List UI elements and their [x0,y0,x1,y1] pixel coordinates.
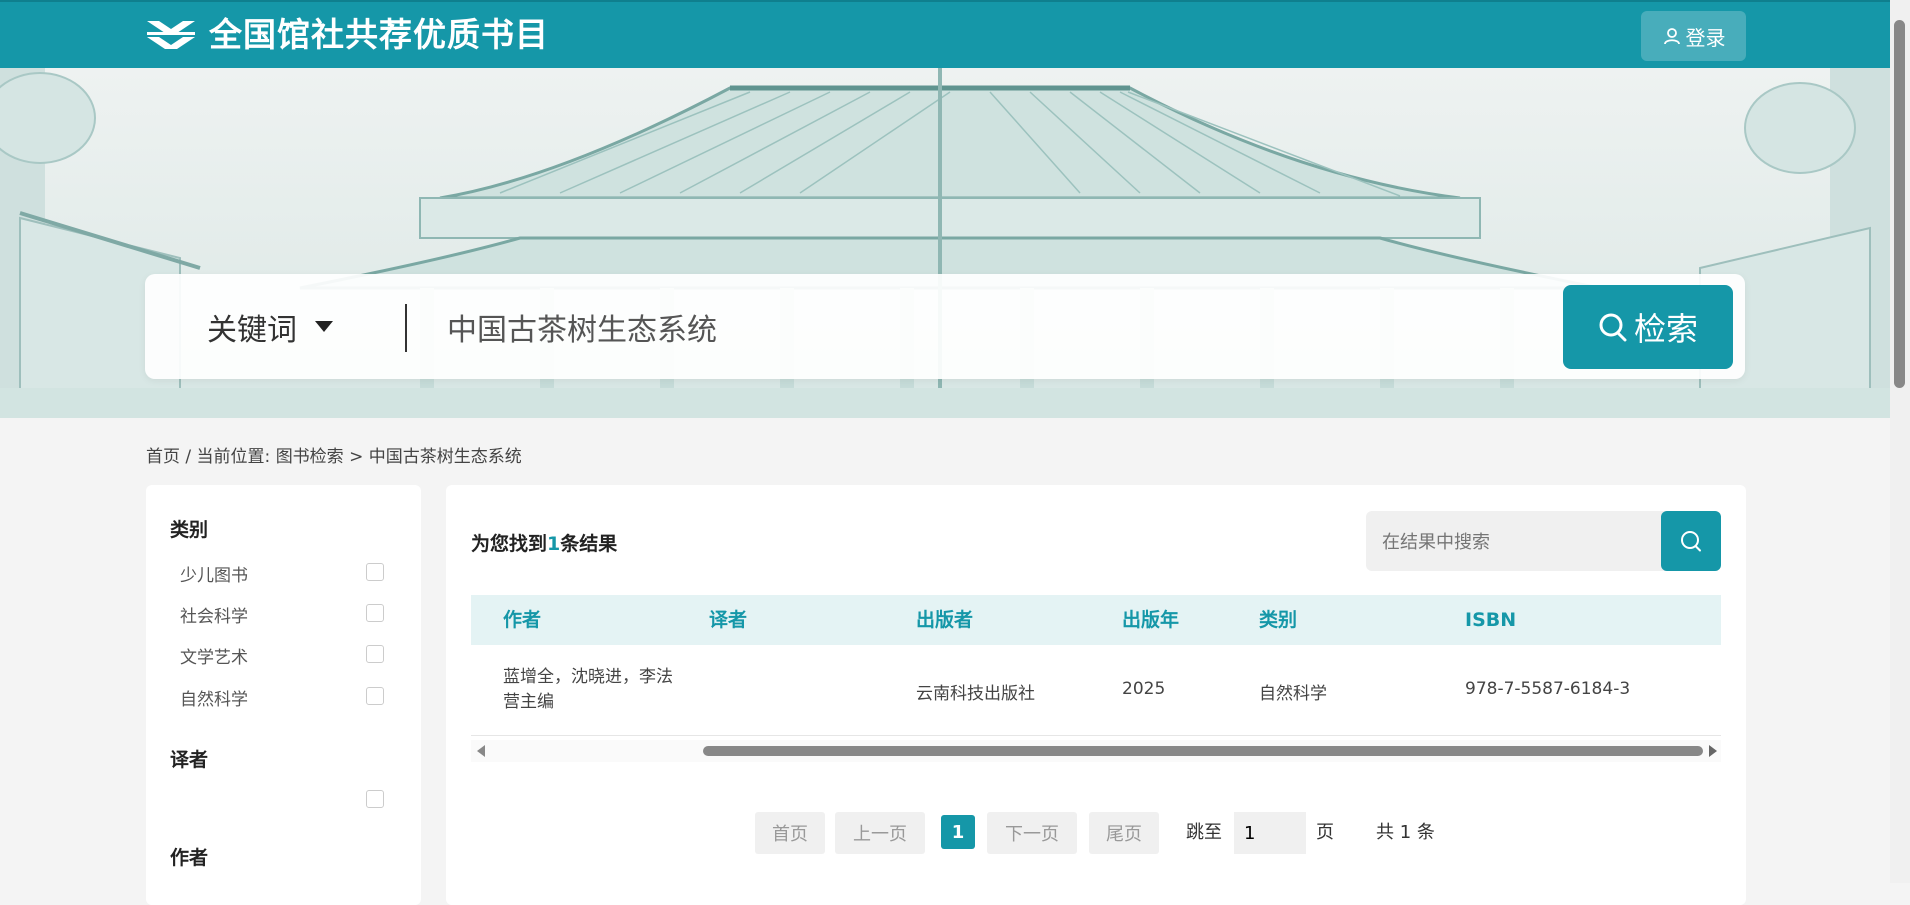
filter-item-category[interactable]: 自然科学 [180,685,390,710]
filter-checkbox[interactable] [366,563,384,581]
site-title: 全国馆社共荐优质书目 [209,15,549,54]
next-page-button[interactable]: 下一页 [987,812,1077,854]
result-count-suffix: 条结果 [560,533,618,555]
result-count-number: 1 [547,533,561,555]
table-header: 作者 译者 出版者 出版年 类别 ISBN [471,595,1721,645]
search-icon [1599,313,1627,342]
search-bar: 关键词 检索 [145,274,1745,379]
breadcrumb-location-label: 当前位置: [196,447,276,467]
scroll-right-arrow-icon[interactable] [1709,745,1717,757]
current-page-button[interactable]: 1 [941,815,975,849]
top-navbar: 全国馆社共荐优质书目 登录 [0,0,1890,68]
search-button-label: 检索 [1633,310,1698,348]
search-type-dropdown[interactable]: 关键词 [207,274,333,379]
login-button[interactable]: 登录 [1641,11,1746,61]
breadcrumb-home[interactable]: 首页 [146,447,180,467]
refine-search-button[interactable] [1661,511,1721,571]
first-page-button[interactable]: 首页 [755,812,825,854]
filter-title-translator: 译者 [170,749,209,771]
column-header[interactable]: 出版者 [916,595,973,645]
filter-panel: 类别 少儿图书 社会科学 文学艺术 自然科学 译者 作者 [146,485,421,905]
jump-page-input[interactable] [1234,812,1306,854]
filter-item-label: 社会科学 [180,607,248,627]
last-page-button[interactable]: 尾页 [1089,812,1159,854]
search-button[interactable]: 检索 [1563,285,1733,369]
filter-item-category[interactable]: 文学艺术 [180,643,390,668]
site-logo[interactable]: 全国馆社共荐优质书目 [145,15,549,55]
column-header[interactable]: ISBN [1465,595,1516,645]
logo-icon [147,21,195,49]
cell-publisher: 云南科技出版社 [916,684,1035,704]
column-header[interactable]: 出版年 [1122,595,1179,645]
login-label: 登录 [1685,25,1726,50]
refine-search [1366,511,1721,571]
column-header[interactable]: 译者 [709,595,747,645]
refine-search-input[interactable] [1380,525,1654,559]
search-type-label: 关键词 [207,312,297,348]
filter-checkbox[interactable] [366,790,384,808]
page-unit-label: 页 [1316,822,1334,843]
user-icon [1663,28,1680,45]
breadcrumb: 首页 / 当前位置: 图书检索 > 中国古茶树生态系统 [146,442,522,467]
result-count: 为您找到1条结果 [471,529,617,556]
breadcrumb-separator: / [180,447,197,467]
column-header[interactable]: 类别 [1259,595,1297,645]
search-input[interactable] [445,294,1449,360]
filter-checkbox[interactable] [366,645,384,663]
cell-author[interactable]: 蓝增全，沈晓进，李法营主编 [503,665,673,715]
cell-year: 2025 [1122,679,1166,699]
filter-checkbox[interactable] [366,604,384,622]
filter-item-category[interactable]: 少儿图书 [180,561,390,586]
column-header[interactable]: 作者 [503,595,541,645]
filter-checkbox[interactable] [366,687,384,705]
filter-item-category[interactable]: 社会科学 [180,602,390,627]
search-divider [405,304,407,352]
filter-item-label: 文学艺术 [180,648,248,668]
filter-title-author: 作者 [170,847,209,869]
total-count: 共 1 条 [1376,822,1435,843]
table-row[interactable]: 蓝增全，沈晓进，李法营主编 云南科技出版社 2025 自然科学 978-7-55… [471,645,1721,736]
filter-title-category: 类别 [170,519,209,541]
filter-item-label: 少儿图书 [180,566,248,586]
horizontal-scrollbar-thumb[interactable] [703,746,1703,756]
result-count-prefix: 为您找到 [471,533,548,555]
breadcrumb-separator: > [343,447,369,467]
filter-item-label: 自然科学 [180,690,248,710]
pagination: 首页 上一页 1 下一页 尾页 跳至 页 共 1 条 [446,812,1746,856]
page-scrollbar-thumb[interactable] [1894,20,1905,388]
scroll-left-arrow-icon[interactable] [477,745,485,757]
breadcrumb-section[interactable]: 图书检索 [276,447,344,467]
search-icon [1681,531,1701,552]
jump-label: 跳至 [1186,822,1222,843]
caret-down-icon [315,321,333,332]
prev-page-button[interactable]: 上一页 [835,812,925,854]
cell-category: 自然科学 [1259,684,1327,704]
breadcrumb-current: 中国古茶树生态系统 [368,447,522,467]
horizontal-scrollbar[interactable] [471,740,1721,762]
results-panel: 为您找到1条结果 作者 译者 出版者 出版年 类别 ISBN 蓝增全，沈晓进，李… [446,485,1746,905]
page-scrollbar[interactable] [1890,0,1910,883]
cell-isbn: 978-7-5587-6184-3 [1465,679,1631,699]
